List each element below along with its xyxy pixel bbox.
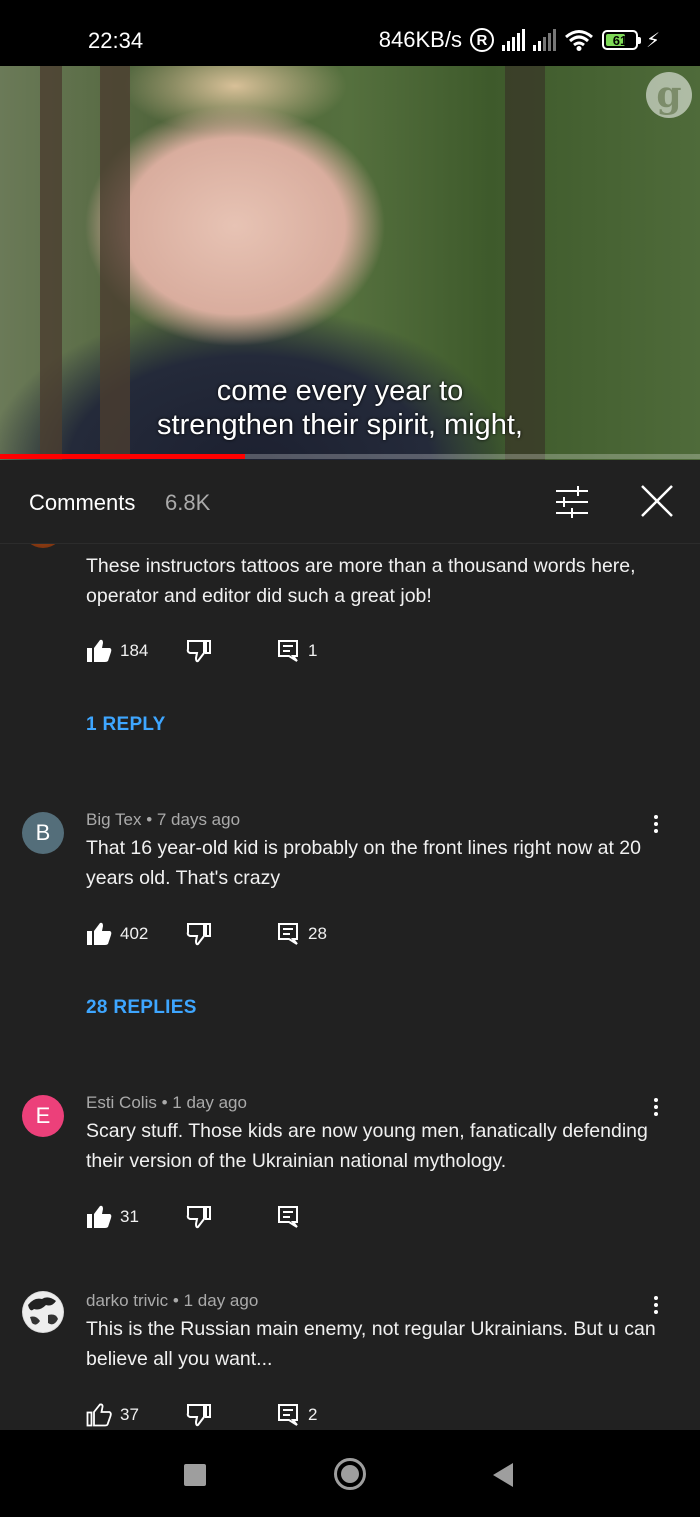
dislike-button[interactable] [186,637,212,665]
roaming-icon: R [469,28,494,52]
system-nav-bar [0,1430,700,1517]
like-button[interactable]: 31 [86,1203,139,1231]
like-button[interactable]: 37 [86,1401,139,1429]
like-button[interactable]: 402 [86,920,148,948]
guardian-logo-icon: g [646,72,692,118]
thumbs-down-icon [186,923,211,946]
network-speed: 846KB/s [378,27,462,52]
charging-icon: ⚡ [645,29,660,52]
battery-level: 61 [612,32,628,48]
comment-text: These instructors tattoos are more than … [86,555,636,607]
comment-meta: Esti Colis • 1 day ago [86,1093,247,1113]
comment-reply-icon [278,923,298,945]
video-subtitle: come every year to strengthen their spir… [0,374,680,442]
comments-panel: Comments 6.8K These instructors tattoos … [0,460,700,1430]
subtitle-line: come every year to [216,375,464,407]
like-button[interactable]: 184 [86,637,148,665]
comment-reply-icon [278,640,298,662]
comment-author[interactable]: Big Tex [86,810,141,829]
meta-separator: • [172,1291,184,1310]
comment-actions: 184 1 [86,637,586,665]
reply-count: 28 [308,924,327,943]
meta-separator: • [161,1093,173,1112]
globe-avatar-icon [23,1292,63,1332]
video-progress-bar[interactable] [0,454,700,459]
wifi-icon [564,30,593,51]
like-count: 184 [120,641,149,660]
comments-title: Comments [29,490,136,515]
signal-icon [501,29,525,51]
comment-text: This is the Russian main enemy, not regu… [86,1318,656,1370]
avatar[interactable] [22,1291,64,1333]
comment-reply-icon [278,1404,298,1426]
comment-actions: 37 2 [86,1401,586,1429]
comments-count: 6.8K [165,490,211,515]
comments-header: Comments 6.8K [0,460,700,544]
close-icon[interactable] [640,484,674,518]
status-time: 22:34 [88,28,144,53]
sliders-icon[interactable] [554,486,590,518]
like-count: 31 [120,1207,139,1226]
dislike-button[interactable] [186,1203,212,1231]
comment-actions: 402 28 [86,920,586,948]
back-icon[interactable] [493,1463,513,1487]
status-bar: 22:34 846KB/s R 61 ⚡ [0,0,700,66]
reply-count: 2 [308,1405,318,1424]
comment-time: 1 day ago [183,1291,259,1310]
video-player[interactable]: g come every year to strengthen their sp… [0,66,700,460]
comment-author[interactable]: Esti Colis [86,1093,157,1112]
comment-meta: darko trivic • 1 day ago [86,1291,258,1311]
subtitle-line: strengthen their spirit, might, [157,409,523,441]
reply-button[interactable]: 1 [276,637,317,665]
meta-separator: • [146,810,157,829]
thumbs-up-filled-icon [87,922,112,945]
video-progress-fill [0,454,245,459]
recents-icon[interactable] [184,1464,206,1486]
comment-reply-icon [278,1206,298,1228]
view-replies-link[interactable]: 28 REPLIES [86,997,197,1019]
dislike-button[interactable] [186,1401,212,1429]
view-replies-link[interactable]: 1 REPLY [86,714,166,736]
battery-icon: 61 [601,30,641,50]
home-icon[interactable] [334,1458,366,1490]
reply-button[interactable]: 28 [276,920,327,948]
comment-meta: Big Tex • 7 days ago [86,810,240,830]
dislike-button[interactable] [186,920,212,948]
reply-button[interactable] [276,1203,308,1231]
thumbs-up-icon [86,1403,112,1427]
thumbs-up-filled-icon [87,1205,112,1228]
avatar[interactable]: E [22,1095,64,1137]
comment-text: Scary stuff. Those kids are now young me… [86,1120,648,1172]
status-indicators: 846KB/s R 61 ⚡ [379,26,660,54]
thumbs-down-icon [186,1206,211,1229]
thumbs-down-icon [186,1404,211,1427]
avatar[interactable]: B [22,812,64,854]
reply-count: 1 [308,641,318,660]
comment-text: That 16 year-old kid is probably on the … [86,837,641,889]
signal-icon-secondary [532,29,556,51]
like-count: 402 [120,924,149,943]
thumbs-up-filled-icon [87,639,112,662]
comment-time: 1 day ago [172,1093,247,1112]
comment-actions: 31 [86,1203,586,1231]
thumbs-down-icon [186,640,211,663]
reply-button[interactable]: 2 [276,1401,317,1429]
like-count: 37 [120,1405,139,1424]
comment-time: 7 days ago [156,810,241,829]
comment-author[interactable]: darko trivic [86,1291,168,1310]
